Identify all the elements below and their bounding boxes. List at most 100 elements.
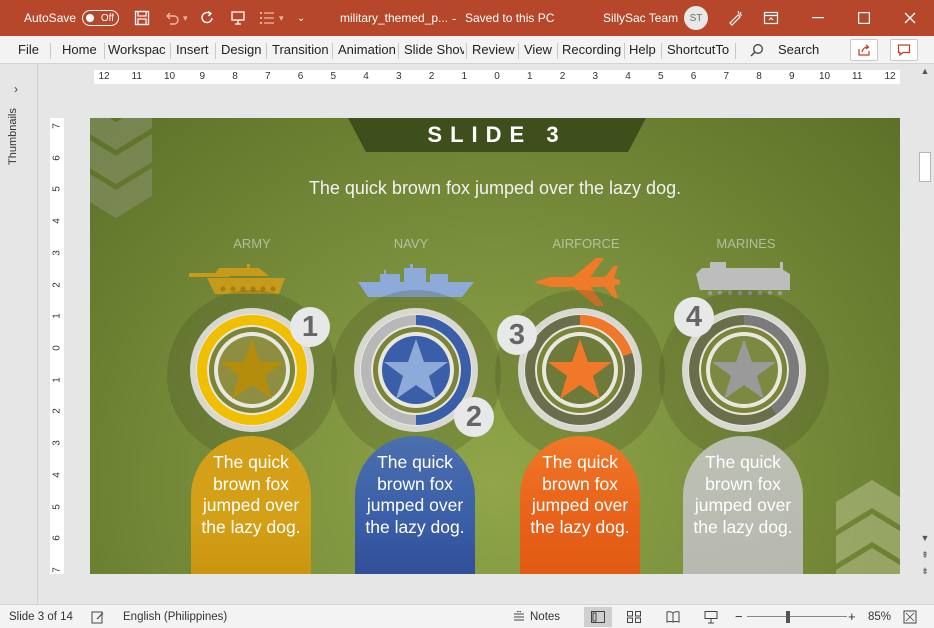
tab-home[interactable]: Home	[62, 36, 97, 64]
slide-canvas[interactable]: SLIDE 3 The quick brown fox jumped over …	[90, 118, 900, 574]
category-label-navy[interactable]: NAVY	[351, 236, 471, 251]
slide-show-icon	[704, 611, 718, 624]
expand-thumbnails-icon[interactable]: ›	[14, 82, 18, 96]
column-airforce: The quick brown fox jumped over the lazy…	[520, 436, 640, 574]
tab-review[interactable]: Review	[472, 36, 515, 64]
number-badge-3[interactable]: 3	[497, 315, 537, 355]
bullets-dropdown-icon[interactable]: ▾	[279, 0, 284, 36]
next-slide-icon[interactable]: ⇟	[920, 566, 930, 577]
scrollbar-thumb[interactable]	[919, 152, 931, 182]
maximize-button[interactable]	[841, 0, 887, 36]
tab-divider	[398, 43, 399, 59]
normal-view-button[interactable]	[584, 607, 612, 627]
spelling-check-icon[interactable]	[91, 605, 105, 628]
tab-design[interactable]: Design	[221, 36, 261, 64]
comment-icon	[897, 44, 911, 57]
ruler-tick-label: 1	[526, 71, 533, 82]
tab-shortcut-tools[interactable]: ShortcutTo	[667, 36, 729, 64]
close-button[interactable]	[887, 0, 933, 36]
slide-sorter-button[interactable]	[627, 605, 641, 628]
tab-help[interactable]: Help	[629, 36, 656, 64]
undo-dropdown-icon[interactable]: ▾	[183, 0, 188, 36]
ruler-tick-label: 6	[690, 71, 697, 82]
ruler-tick-label: 8	[232, 71, 238, 82]
powerpoint-window: AutoSave Off ▾ ▾ ⌄ military_themed_p... …	[0, 0, 934, 628]
number-badge-1[interactable]: 1	[290, 307, 330, 347]
search-icon	[750, 44, 763, 57]
ruler-tick-label: 7	[723, 71, 730, 82]
notes-icon	[514, 611, 524, 621]
pen-icon[interactable]	[724, 7, 746, 29]
ruler-tick-label: 0	[51, 345, 63, 351]
vertical-scrollbar[interactable]: ▲ ▼ ⇞ ⇟	[916, 64, 934, 604]
description-army[interactable]: The quick brown fox jumped over the lazy…	[191, 452, 311, 538]
zoom-slider[interactable]	[747, 616, 847, 617]
language-indicator[interactable]: English (Philippines)	[123, 605, 227, 628]
fit-to-window-button[interactable]	[903, 605, 917, 628]
tab-file[interactable]: File	[18, 36, 39, 64]
zoom-level[interactable]: 85%	[868, 605, 891, 628]
document-name[interactable]: military_themed_p...	[340, 0, 448, 36]
tab-slide-show[interactable]: Slide Shov	[404, 36, 464, 64]
normal-view-icon	[591, 611, 605, 623]
save-icon[interactable]	[131, 7, 153, 29]
account-name[interactable]: SillySac Team	[603, 0, 678, 36]
ruler-tick-label: 1	[461, 71, 468, 82]
ruler-tick-label: 2	[559, 71, 566, 82]
notes-button[interactable]: Notes	[513, 605, 560, 628]
slide-sorter-icon	[627, 611, 641, 623]
bullets-icon[interactable]	[256, 7, 278, 29]
slide-title[interactable]: SLIDE 3	[348, 118, 646, 152]
autosave-toggle[interactable]: Off	[82, 10, 119, 26]
present-from-start-icon[interactable]	[227, 7, 249, 29]
ruler-tick-label: 8	[756, 71, 762, 82]
category-label-airforce[interactable]: AIRFORCE	[526, 236, 646, 251]
ruler-tick-label: 11	[852, 71, 863, 82]
zoom-out-button[interactable]: −	[735, 605, 743, 628]
description-airforce[interactable]: The quick brown fox jumped over the lazy…	[520, 452, 640, 538]
reading-view-icon	[666, 611, 680, 623]
scroll-up-icon[interactable]: ▲	[920, 66, 930, 76]
scroll-down-icon[interactable]: ▼	[920, 533, 930, 543]
reading-view-button[interactable]	[666, 605, 680, 628]
comments-button[interactable]	[890, 39, 918, 61]
category-label-army[interactable]: ARMY	[192, 236, 312, 251]
minimize-button[interactable]	[795, 0, 841, 36]
editing-workspace: › Thumbnails 12 11 10 9 8 7 6 5 4 3 2 1 0 1 2 3 4 5 6 7 8 9 10…	[0, 64, 934, 604]
ruler-tick-label: 7	[264, 71, 271, 82]
horizontal-ruler[interactable]: 12 11 10 9 8 7 6 5 4 3 2 1 0 1 2 3 4 5 6 7 8 9 10 11 12	[94, 70, 900, 84]
tab-recording[interactable]: Recording	[562, 36, 622, 64]
number-badge-2[interactable]: 2	[454, 397, 494, 437]
slide-show-button[interactable]	[704, 605, 718, 628]
share-button[interactable]	[850, 39, 878, 61]
slide-counter[interactable]: Slide 3 of 14	[9, 605, 73, 628]
undo-icon[interactable]	[161, 7, 183, 29]
title-bar: AutoSave Off ▾ ▾ ⌄ military_themed_p... …	[0, 0, 934, 36]
save-status: Saved to this PC	[465, 11, 555, 25]
tab-animations[interactable]: Animation	[338, 36, 396, 64]
redo-icon[interactable]	[197, 7, 219, 29]
ruler-tick-label: 3	[51, 440, 63, 446]
zoom-slider-thumb[interactable]	[786, 611, 790, 623]
number-badge-4[interactable]: 4	[674, 297, 714, 337]
tab-insert[interactable]: Insert	[176, 36, 209, 64]
ruler-tick-label: 1	[51, 376, 63, 383]
thumbnails-pane[interactable]: › Thumbnails	[0, 64, 38, 604]
avatar[interactable]: ST	[684, 6, 708, 30]
vertical-ruler[interactable]: 7 6 5 4 3 2 1 0 1 2 3 4 5 6 7	[50, 118, 64, 574]
description-marines[interactable]: The quick brown fox jumped over the lazy…	[683, 452, 803, 538]
tab-workspace[interactable]: Workspac	[108, 36, 166, 64]
customize-toolbar-icon[interactable]: ⌄	[297, 0, 305, 36]
slide-subtitle[interactable]: The quick brown fox jumped over the lazy…	[90, 178, 900, 199]
previous-slide-icon[interactable]: ⇞	[920, 550, 930, 561]
tab-divider	[104, 43, 105, 59]
tab-divider	[735, 43, 736, 59]
zoom-in-button[interactable]: +	[848, 605, 856, 628]
search-box[interactable]: Search	[750, 36, 819, 64]
category-label-marines[interactable]: MARINES	[686, 236, 806, 251]
tab-transitions[interactable]: Transition	[272, 36, 329, 64]
ribbon-display-options-icon[interactable]	[760, 7, 782, 29]
title-separator: -	[452, 10, 457, 26]
tab-view[interactable]: View	[524, 36, 552, 64]
description-navy[interactable]: The quick brown fox jumped over the lazy…	[355, 452, 475, 538]
